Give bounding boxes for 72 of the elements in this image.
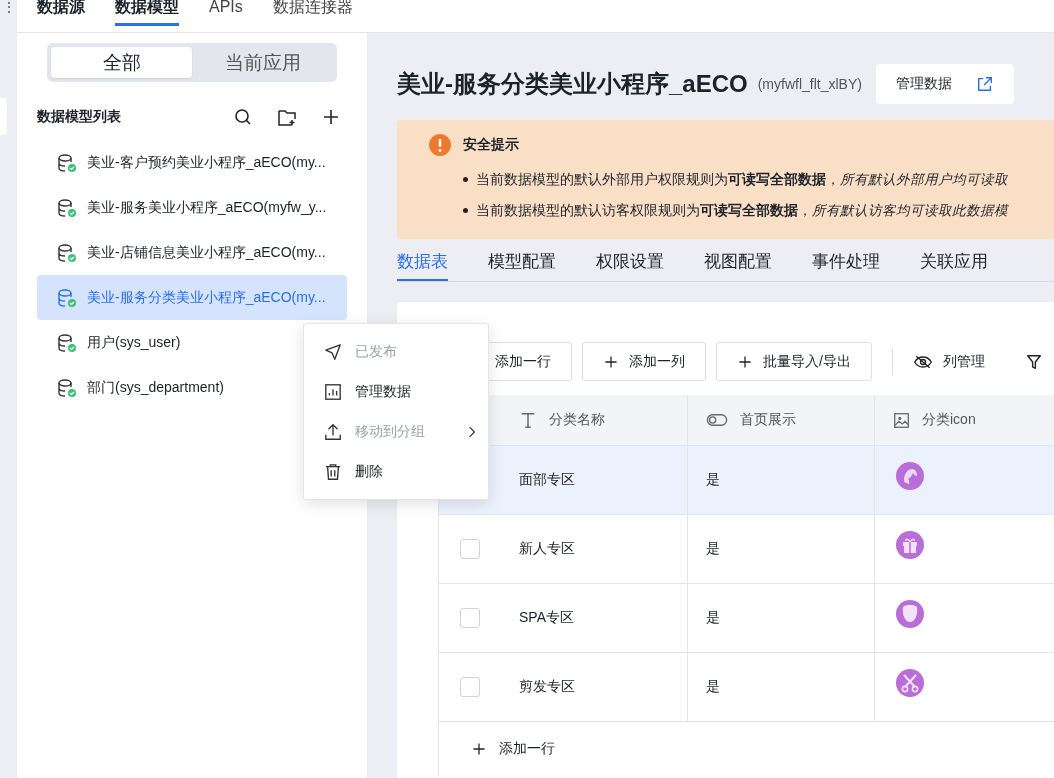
model-item[interactable]: 美业-店铺信息美业小程序_aECO(my...	[37, 230, 347, 275]
database-icon	[57, 152, 77, 173]
toolbar-button[interactable]: 添加一列	[582, 342, 706, 381]
toggle-icon	[706, 413, 728, 427]
model-title: 美业-服务分类美业小程序_aECO	[397, 69, 748, 99]
filter-icon[interactable]	[1024, 352, 1043, 371]
table-cell: SPA专区	[519, 609, 574, 627]
external-link-icon	[975, 75, 994, 93]
tab[interactable]: 视图配置	[704, 247, 772, 281]
chevron-right-icon	[468, 426, 476, 438]
column-manage-link[interactable]: 列管理	[942, 352, 985, 371]
list-title: 数据模型列表	[37, 108, 122, 126]
tab[interactable]: 事件处理	[812, 247, 880, 281]
row-checkbox[interactable]	[460, 539, 480, 559]
table-cell: 面部专区	[519, 471, 575, 489]
column-header: 首页展示	[688, 395, 875, 445]
tab[interactable]: 关联应用	[920, 247, 988, 281]
send-icon	[324, 343, 342, 361]
scope-tab[interactable]: 全部	[51, 47, 192, 78]
alert-text: 当前数据模型的默认外部用户权限规则为可读写全部数据，所有默认外部用户均可读取	[476, 170, 1008, 189]
alert-text: 当前数据模型的默认访客权限规则为可读写全部数据，所有默认访客均可读取此数据模	[476, 201, 1008, 220]
row-checkbox[interactable]	[460, 608, 480, 628]
model-item[interactable]: 美业-服务美业小程序_aECO(myfw_y...	[37, 185, 347, 230]
hair-icon	[895, 461, 925, 491]
manage-data-button[interactable]: 管理数据	[875, 64, 1014, 104]
text-type-icon	[519, 411, 537, 429]
table-cell: 是	[706, 471, 720, 489]
plus-icon[interactable]	[321, 107, 341, 127]
search-icon[interactable]	[233, 107, 253, 127]
nav-tab[interactable]: APIs	[209, 0, 243, 26]
table-cell: 新人专区	[519, 540, 575, 558]
alert-title: 安全提示	[463, 136, 519, 154]
toolbar-button[interactable]: 批量导入/导出	[716, 342, 872, 381]
table-cell: 是	[706, 678, 720, 696]
database-icon	[57, 287, 77, 308]
warning-icon	[429, 134, 451, 156]
model-item[interactable]: 美业-服务分类美业小程序_aECO(my...	[37, 275, 347, 320]
folder-plus-icon[interactable]	[277, 107, 297, 127]
scissors-icon	[895, 668, 925, 698]
model-code: (myfwfl_flt_xlBY)	[757, 76, 862, 92]
database-icon	[57, 332, 77, 353]
tab[interactable]: 模型配置	[488, 247, 556, 281]
database-icon	[57, 242, 77, 263]
model-item[interactable]: 美业-客户预约美业小程序_aECO(my...	[37, 140, 347, 185]
trash-icon	[324, 463, 342, 481]
row-checkbox[interactable]	[460, 677, 480, 697]
database-icon	[57, 377, 77, 398]
tab[interactable]: 权限设置	[596, 247, 664, 281]
column-header: 分类icon	[875, 395, 1054, 445]
table-row[interactable]: 新人专区 是	[439, 515, 1054, 584]
database-icon	[57, 197, 77, 218]
table-row[interactable]: 面部专区 是	[439, 446, 1054, 515]
more-icon[interactable]: ⋮	[2, 0, 16, 14]
table-cell: 是	[706, 609, 720, 627]
table-row[interactable]: SPA专区 是	[439, 584, 1054, 653]
plus-icon	[603, 353, 619, 370]
upload-icon	[324, 423, 342, 441]
add-row-link[interactable]: 添加一行	[471, 740, 555, 758]
table-row[interactable]: 剪发专区 是	[439, 653, 1054, 722]
bar-chart-icon	[324, 383, 342, 401]
table-cell: 是	[706, 540, 720, 558]
plus-icon	[471, 741, 487, 757]
gift-icon	[895, 530, 925, 560]
face-mask-icon	[895, 599, 925, 629]
tab[interactable]: 数据表	[397, 247, 448, 281]
bullet-icon	[463, 177, 468, 182]
bullet-icon	[463, 208, 468, 213]
scope-tab[interactable]: 当前应用	[192, 47, 333, 78]
table-cell: 剪发专区	[519, 678, 575, 696]
column-header: 分类名称	[501, 395, 688, 445]
plus-icon	[737, 353, 753, 370]
image-icon	[893, 411, 910, 429]
